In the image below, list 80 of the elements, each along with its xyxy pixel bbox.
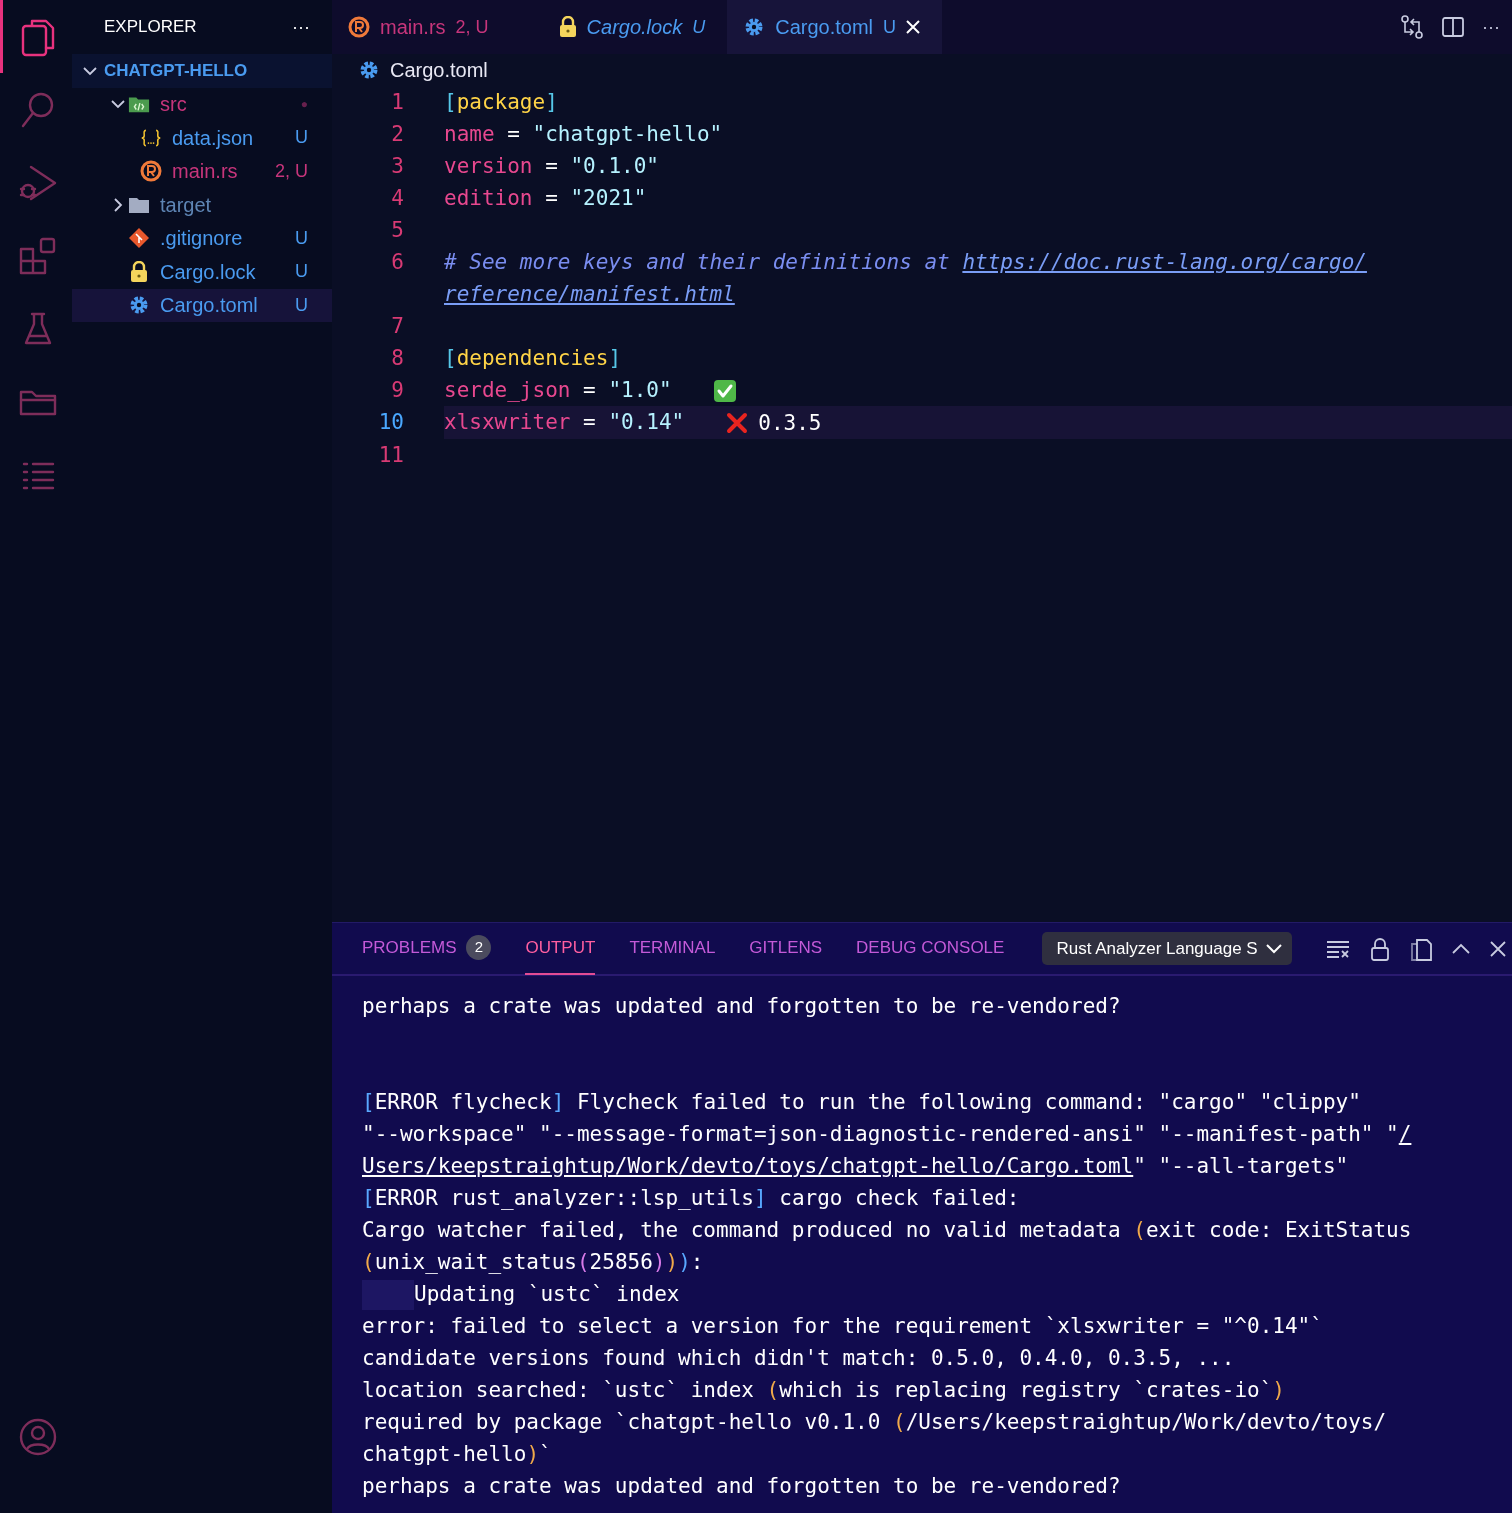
git-status-label: U [295, 126, 308, 150]
sidebar-title: EXPLORER [104, 16, 197, 39]
output-line: candidate versions found which didn't match: 0.5.0, 0.4.0, 0.3.5, ... [362, 1345, 1236, 1372]
compare-changes-icon[interactable] [1400, 15, 1424, 39]
git-status-label: U [295, 293, 308, 317]
doc-link[interactable]: reference/manifest.html [444, 282, 735, 306]
file-row[interactable]: main.rs 2, U [72, 154, 332, 188]
lock-icon [130, 260, 148, 283]
line-number: 11 [377, 442, 404, 469]
page-icon[interactable] [1409, 936, 1432, 961]
output-line: Updating `ustc` index [362, 1278, 1512, 1310]
output-line: required by package `chatgpt-hello v0.1.0 (/Users/keepstraightup/Work/devto/toys/ [362, 1409, 1388, 1436]
lock-icon [558, 16, 577, 38]
project-folder-row[interactable]: CHATGPT-HELLO [72, 54, 332, 88]
line-number: 7 [390, 313, 404, 340]
line-number: 6 [390, 249, 404, 276]
output-line: "--workspace" "--message-format=json-diagnostic-rendered-ansi" "--manifest-path" "/ [362, 1121, 1413, 1148]
output-channel-dropdown[interactable]: Rust Analyzer Language S [1042, 931, 1292, 966]
output-line: Cargo watcher failed, the command produced no valid metadata (exit code: ExitStatus [362, 1217, 1413, 1244]
panel-tab[interactable]: GITLENS [749, 922, 823, 975]
git-status-label: U [295, 226, 308, 250]
code-line: version = "0.1.0" [444, 153, 660, 180]
file-path-link[interactable]: / [1398, 1122, 1412, 1146]
file-row[interactable]: Cargo.lock U [72, 255, 332, 289]
breadcrumb-item[interactable]: Cargo.toml [390, 55, 488, 85]
output-line: chatgpt-hello)` [362, 1441, 553, 1468]
folder-icon [128, 195, 150, 214]
output-line: perhaps a crate was updated and forgotten to be re-vendored? [362, 1473, 1122, 1500]
editor-tab[interactable]: main.rs 2, U [332, 0, 525, 54]
line-number: 9 [390, 377, 404, 404]
clear-output-icon[interactable] [1325, 938, 1350, 959]
output-line: perhaps a crate was updated and forgotten to be re-vendored? [362, 993, 1122, 1020]
split-editor-icon[interactable] [1442, 16, 1464, 38]
output-line: (unix_wait_status(25856))): [362, 1249, 705, 1276]
panel-tab[interactable]: PROBLEMS 2 [362, 922, 492, 975]
file-row[interactable]: Cargo.toml U [72, 288, 332, 322]
chevron-up-icon[interactable] [1451, 942, 1470, 955]
line-number: 10 [377, 409, 404, 436]
code-line: edition = "2021" [444, 185, 648, 212]
close-icon[interactable] [1489, 940, 1506, 957]
panel-tab[interactable]: TERMINAL [629, 922, 716, 975]
git-status-label: U [295, 260, 308, 284]
gear-icon [358, 59, 380, 81]
doc-link[interactable]: https://doc.rust-lang.org/cargo/ [962, 250, 1367, 274]
code-comment: # See more keys and their definitions at https://doc.rust-lang.org/cargo/ [444, 249, 1368, 276]
code-line: serde_json = "1.0" [444, 374, 1512, 406]
file-row[interactable]: data.json U [72, 121, 332, 155]
folder-row[interactable]: src ● [72, 87, 332, 121]
line-number: 3 [390, 153, 404, 180]
version-hint: 0.3.5 [758, 410, 822, 437]
line-number: 5 [390, 217, 404, 244]
output-line: [ERROR flycheck] Flycheck failed to run the following command: "cargo" "clippy" [362, 1089, 1362, 1116]
line-number: 2 [390, 121, 404, 148]
code-line: [package] [444, 89, 559, 116]
line-number: 1 [390, 89, 404, 116]
lock-icon[interactable] [1369, 936, 1390, 961]
code-line: name = "chatgpt-hello" [444, 121, 724, 148]
output-line: [ERROR rust_analyzer::lsp_utils] cargo check failed: [362, 1185, 1021, 1212]
git-status-label: ● [300, 96, 308, 114]
line-number: 4 [390, 185, 404, 212]
output-line: error: failed to select a version for the requirement `xlsxwriter = "^0.14"` [362, 1313, 1324, 1340]
more-button[interactable]: ··· [292, 13, 310, 41]
panel-tab[interactable]: DEBUG CONSOLE [856, 922, 1005, 975]
code-line: xlsxwriter = "0.14" 0.3.5 [444, 406, 1512, 439]
output-line: location searched: `ustc` index (which is replacing registry `crates-io`) [362, 1377, 1286, 1404]
file-row[interactable]: target [72, 188, 332, 222]
chevron-down-icon [1265, 943, 1282, 954]
panel-tab[interactable]: OUTPUT [525, 922, 596, 975]
git-status-label: 2, U [275, 159, 308, 183]
file-path-link[interactable]: Users/keepstraightup/Work/devto/toys/chatgpt-hello/Cargo.toml [362, 1154, 1134, 1178]
diamond-icon [128, 227, 150, 250]
output-line: Users/keepstraightup/Work/devto/toys/chatgpt-hello/Cargo.toml" "--all-targets" [362, 1153, 1350, 1180]
line-number: 8 [390, 345, 404, 372]
close-icon [906, 20, 920, 34]
more-button[interactable]: ··· [1482, 13, 1500, 41]
code-line: [dependencies] [444, 345, 623, 372]
file-row[interactable]: .gitignore U [72, 221, 332, 255]
editor-tab[interactable]: Cargo.toml U [727, 0, 942, 54]
count-badge: 2 [466, 935, 492, 960]
editor-tab[interactable]: Cargo.lock U [524, 0, 728, 54]
